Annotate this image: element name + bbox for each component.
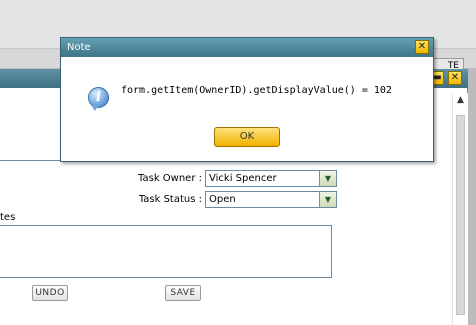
task-status-label: Task Status : — [138, 194, 202, 205]
dialog-title: Note — [67, 42, 91, 53]
save-button[interactable]: SAVE — [165, 285, 201, 301]
close-icon[interactable]: ✕ — [448, 71, 462, 85]
chevron-down-icon[interactable]: ▼ — [319, 171, 336, 186]
dialog-message: form.getItem(OwnerID).getDisplayValue() … — [121, 85, 392, 96]
task-owner-label: Task Owner : — [138, 173, 202, 184]
scrollbar-thumb[interactable] — [456, 115, 465, 315]
task-owner-select[interactable]: Vicki Spencer ▼ — [205, 170, 337, 187]
chevron-down-icon[interactable]: ▼ — [319, 192, 336, 207]
note-dialog: Note ✕ i form.getItem(OwnerID).getDispla… — [60, 37, 434, 162]
task-owner-value: Vicki Spencer — [209, 173, 277, 184]
notes-textarea[interactable] — [0, 225, 332, 278]
close-icon[interactable]: ✕ — [415, 40, 429, 54]
info-icon-tail — [91, 105, 99, 111]
task-status-value: Open — [209, 194, 236, 205]
task-status-select[interactable]: Open ▼ — [205, 191, 337, 208]
undo-button[interactable]: UNDO — [32, 285, 68, 301]
scroll-up-icon[interactable]: ▲ — [453, 93, 468, 107]
vertical-scrollbar[interactable]: ▲ — [452, 93, 468, 325]
ok-button[interactable]: OK — [214, 127, 280, 147]
dialog-title-bar: Note — [61, 38, 433, 57]
